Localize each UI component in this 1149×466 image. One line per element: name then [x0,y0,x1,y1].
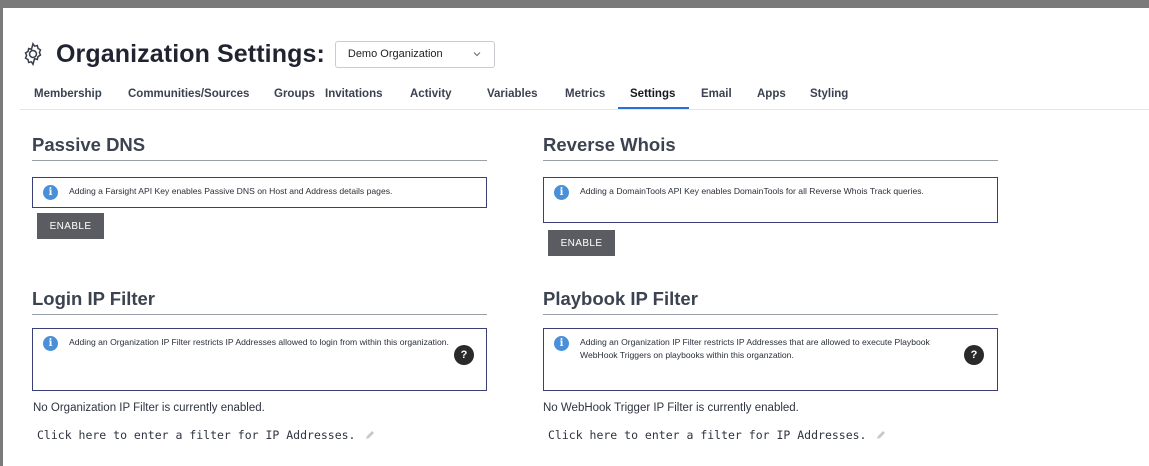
settings-tabs: Membership Communities/Sources Groups In… [34,88,1149,108]
login-ip-filter-edit-text: Click here to enter a filter for IP Addr… [37,428,356,442]
info-icon: i [43,185,58,200]
gear-icon [24,41,42,67]
login-ip-filter-title: Login IP Filter [32,288,487,315]
login-ip-filter-status: No Organization IP Filter is currently e… [33,402,265,414]
chevron-down-icon [473,52,481,57]
window-frame-top [0,0,1149,8]
organization-select-value: Demo Organization [347,48,443,60]
tab-groups[interactable]: Groups [274,88,315,100]
tabs-divider [20,109,1149,110]
reverse-whois-section: Reverse Whois i Adding a DomainTools API… [543,134,998,223]
reverse-whois-info-text: Adding a DomainTools API Key enables Dom… [580,186,924,196]
tab-invitations[interactable]: Invitations [325,88,383,100]
help-icon[interactable]: ? [964,345,984,365]
tab-settings[interactable]: Settings [630,88,675,100]
login-ip-filter-edit-link[interactable]: Click here to enter a filter for IP Addr… [37,428,376,442]
tab-variables[interactable]: Variables [487,88,538,100]
passive-dns-info: i Adding a Farsight API Key enables Pass… [32,177,487,208]
reverse-whois-info: i Adding a DomainTools API Key enables D… [543,177,998,223]
active-tab-indicator [618,107,689,109]
tab-styling[interactable]: Styling [810,88,848,100]
playbook-ip-filter-section: Playbook IP Filter i Adding an Organizat… [543,288,998,391]
tab-activity[interactable]: Activity [410,88,452,100]
login-ip-filter-info: i Adding an Organization IP Filter restr… [32,328,487,391]
info-icon: i [554,185,569,200]
passive-dns-title: Passive DNS [32,134,487,161]
passive-dns-info-text: Adding a Farsight API Key enables Passiv… [69,186,393,196]
tab-communities-sources[interactable]: Communities/Sources [128,88,249,100]
login-ip-filter-info-text: Adding an Organization IP Filter restric… [69,337,449,347]
tab-metrics[interactable]: Metrics [565,88,605,100]
page-title: Organization Settings: [56,39,325,68]
tab-apps[interactable]: Apps [757,88,786,100]
pencil-icon [365,431,374,439]
passive-dns-enable-button[interactable]: ENABLE [37,213,104,239]
login-ip-filter-section: Login IP Filter i Adding an Organization… [32,288,487,391]
info-icon: i [43,336,58,351]
help-icon[interactable]: ? [454,345,474,365]
pencil-icon [876,431,885,439]
page-header: Organization Settings: Demo Organization [20,38,495,70]
playbook-ip-filter-status: No WebHook Trigger IP Filter is currentl… [543,402,799,414]
organization-select[interactable]: Demo Organization [334,40,495,68]
playbook-ip-filter-info: i Adding an Organization IP Filter restr… [543,328,998,391]
reverse-whois-title: Reverse Whois [543,134,998,161]
tab-membership[interactable]: Membership [34,88,102,100]
playbook-ip-filter-edit-text: Click here to enter a filter for IP Addr… [548,428,867,442]
tab-email[interactable]: Email [701,88,732,100]
playbook-ip-filter-title: Playbook IP Filter [543,288,998,315]
playbook-ip-filter-info-text: Adding an Organization IP Filter restric… [580,337,930,361]
playbook-ip-filter-edit-link[interactable]: Click here to enter a filter for IP Addr… [548,428,887,442]
info-icon: i [554,336,569,351]
reverse-whois-enable-button[interactable]: ENABLE [548,230,615,256]
passive-dns-section: Passive DNS i Adding a Farsight API Key … [32,134,487,208]
